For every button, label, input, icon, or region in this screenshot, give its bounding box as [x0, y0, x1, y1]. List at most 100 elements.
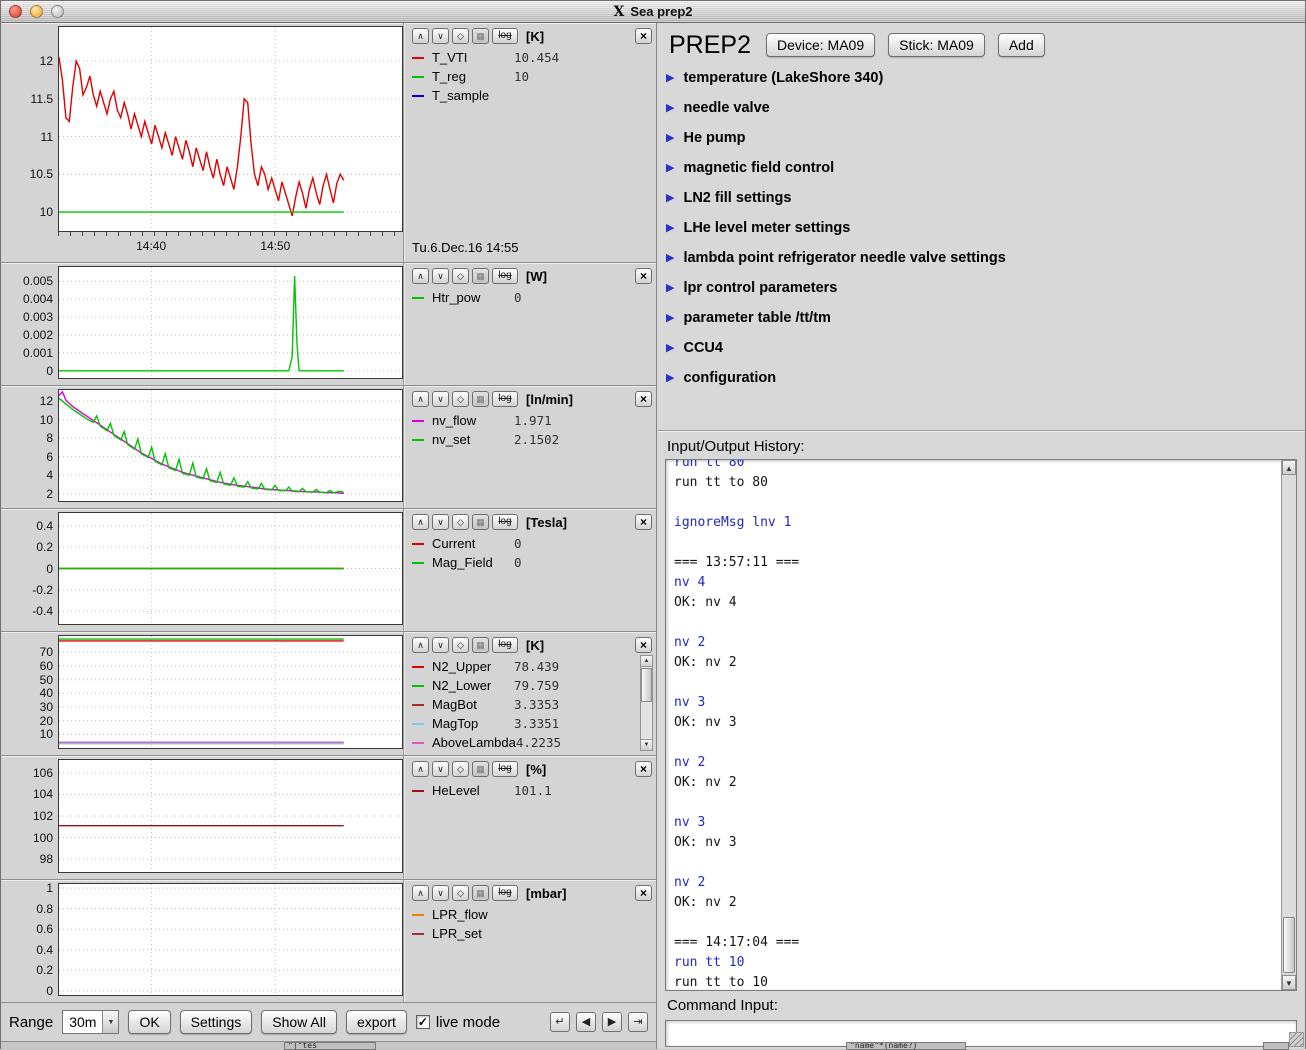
chart-close-button[interactable]: ×	[635, 28, 652, 44]
tree-item-lpr-control-parameters[interactable]: ▶lpr control parameters	[666, 273, 1305, 303]
log-scale-button[interactable]: log	[492, 28, 518, 44]
console-line	[674, 673, 1272, 693]
chart-magnet-plot[interactable]	[58, 512, 403, 625]
tree-item-ccu4[interactable]: ▶CCU4	[666, 333, 1305, 363]
grid-icon[interactable]: ▦	[472, 28, 489, 44]
chart-close-button[interactable]: ×	[635, 268, 652, 284]
tree-item-lhe-level-meter-settings[interactable]: ▶LHe level meter settings	[666, 213, 1305, 243]
legend-label: MagTop	[432, 716, 514, 731]
grid-icon[interactable]: ▦	[472, 761, 489, 777]
scroll-up-arrow-icon[interactable]: ▲	[641, 656, 652, 667]
legend-scrollbar[interactable]: ▲▼	[640, 655, 653, 751]
scroll-down-arrow-icon[interactable]: ▼	[1282, 975, 1296, 990]
tree-item-lambda-point-refrigerator-needle-valve-settings[interactable]: ▶lambda point refrigerator needle valve …	[666, 243, 1305, 273]
log-scale-button[interactable]: log	[492, 761, 518, 777]
scroll-up-icon[interactable]: ∧	[412, 885, 429, 901]
scroll-up-icon[interactable]: ∧	[412, 514, 429, 530]
close-window-button[interactable]	[9, 5, 22, 18]
live-mode-checkbox[interactable]: ✓	[416, 1015, 430, 1029]
device-button[interactable]: Device: MA09	[766, 33, 875, 57]
tree-item-parameter-table-tt-tm[interactable]: ▶parameter table /tt/tm	[666, 303, 1305, 333]
chart-needle-valve-plot[interactable]	[58, 389, 403, 502]
show-all-button[interactable]: Show All	[261, 1010, 337, 1034]
chart-close-button[interactable]: ×	[635, 761, 652, 777]
tree-item-ln2-fill-settings[interactable]: ▶LN2 fill settings	[666, 183, 1305, 213]
tree-item-configuration[interactable]: ▶configuration	[666, 363, 1305, 393]
history-scrollbar[interactable]: ▲ ▼	[1281, 460, 1296, 990]
chart-lpr-plot[interactable]	[58, 883, 403, 996]
zoom-window-button[interactable]	[51, 5, 64, 18]
scroll-up-icon[interactable]: ∧	[412, 761, 429, 777]
chart-temperature-plot[interactable]	[58, 26, 403, 232]
tree-item-needle-valve[interactable]: ▶needle valve	[666, 93, 1305, 123]
legend-item-n2-lower: N2_Lower79.759	[412, 676, 652, 695]
grid-icon[interactable]: ▦	[472, 885, 489, 901]
chart-heater-power-plot[interactable]	[58, 266, 403, 379]
autoscale-icon[interactable]: ◇	[452, 885, 469, 901]
scroll-up-icon[interactable]: ∧	[412, 268, 429, 284]
scroll-up-icon[interactable]: ∧	[412, 391, 429, 407]
log-scale-button[interactable]: log	[492, 268, 518, 284]
chart-close-button[interactable]: ×	[635, 391, 652, 407]
step-forward-button[interactable]: ▶	[602, 1012, 622, 1032]
scroll-up-arrow-icon[interactable]: ▲	[1282, 460, 1296, 475]
tree-item-magnetic-field-control[interactable]: ▶magnetic field control	[666, 153, 1305, 183]
scroll-down-icon[interactable]: ∨	[432, 885, 449, 901]
autoscale-icon[interactable]: ◇	[452, 391, 469, 407]
grid-icon[interactable]: ▦	[472, 637, 489, 653]
export-button[interactable]: export	[346, 1010, 407, 1034]
command-input[interactable]	[665, 1020, 1297, 1047]
add-button[interactable]: Add	[998, 33, 1045, 57]
console-line: OK: nv 2	[674, 773, 1272, 793]
go-to-end-button[interactable]: ⇥	[628, 1012, 648, 1032]
grid-icon[interactable]: ▦	[472, 514, 489, 530]
scroll-down-icon[interactable]: ∨	[432, 514, 449, 530]
scroll-down-icon[interactable]: ∨	[432, 28, 449, 44]
tree-item-he-pump[interactable]: ▶He pump	[666, 123, 1305, 153]
tree-item-temperature-lakeshore-340[interactable]: ▶temperature (LakeShore 340)	[666, 63, 1305, 93]
stick-button[interactable]: Stick: MA09	[888, 33, 985, 57]
chart-he-level-plot[interactable]	[58, 759, 403, 873]
step-back-button[interactable]: ◀	[576, 1012, 596, 1032]
y-tick-label: 1	[46, 881, 53, 895]
scroll-down-icon[interactable]: ∨	[432, 391, 449, 407]
scroll-down-arrow-icon[interactable]: ▼	[641, 739, 652, 750]
chart-close-button[interactable]: ×	[635, 885, 652, 901]
scroll-down-icon[interactable]: ∨	[432, 268, 449, 284]
grid-icon[interactable]: ▦	[472, 391, 489, 407]
scroll-up-icon[interactable]: ∧	[412, 637, 429, 653]
minimize-window-button[interactable]	[30, 5, 43, 18]
legend-color-dash	[412, 914, 424, 916]
log-scale-button[interactable]: log	[492, 885, 518, 901]
scroll-down-icon[interactable]: ∨	[432, 761, 449, 777]
ok-button[interactable]: OK	[128, 1010, 170, 1034]
chart-close-button[interactable]: ×	[635, 514, 652, 530]
grid-icon[interactable]: ▦	[472, 268, 489, 284]
scrollbar-thumb[interactable]	[1283, 917, 1295, 973]
chart-close-button[interactable]: ×	[635, 637, 652, 653]
log-scale-button[interactable]: log	[492, 637, 518, 653]
chart-row-temperature: 1211.51110.51014:4014:50∧∨◇▦log[K]×T_VTI…	[1, 23, 656, 263]
sea-prep2-window: X Sea prep2 1211.51110.51014:4014:50∧∨◇▦…	[0, 0, 1306, 1049]
autoscale-icon[interactable]: ◇	[452, 761, 469, 777]
legend-item-n2-upper: N2_Upper78.439	[412, 657, 652, 676]
titlebar[interactable]: X Sea prep2	[1, 1, 1305, 23]
io-history-box[interactable]: run tt 80run tt to 80 ignoreMsg lnv 1 ==…	[665, 459, 1297, 991]
scrollbar-thumb[interactable]	[641, 668, 652, 702]
log-scale-button[interactable]: log	[492, 391, 518, 407]
scroll-up-icon[interactable]: ∧	[412, 28, 429, 44]
resize-grip[interactable]	[1289, 1032, 1304, 1047]
jump-latest-button[interactable]: ↵	[550, 1012, 570, 1032]
autoscale-icon[interactable]: ◇	[452, 28, 469, 44]
scrollbar-track[interactable]	[641, 667, 652, 739]
log-scale-button[interactable]: log	[492, 514, 518, 530]
autoscale-icon[interactable]: ◇	[452, 268, 469, 284]
autoscale-icon[interactable]: ◇	[452, 514, 469, 530]
chart-cryo-temps-plot[interactable]	[58, 635, 403, 749]
scrollbar-track[interactable]	[1282, 475, 1296, 975]
range-select[interactable]: 30m ▼	[62, 1010, 119, 1034]
chart-cryo-temps-legend: ∧∨◇▦log[K]×N2_Upper78.439N2_Lower79.759M…	[403, 632, 656, 755]
settings-button[interactable]: Settings	[180, 1010, 253, 1034]
scroll-down-icon[interactable]: ∨	[432, 637, 449, 653]
autoscale-icon[interactable]: ◇	[452, 637, 469, 653]
